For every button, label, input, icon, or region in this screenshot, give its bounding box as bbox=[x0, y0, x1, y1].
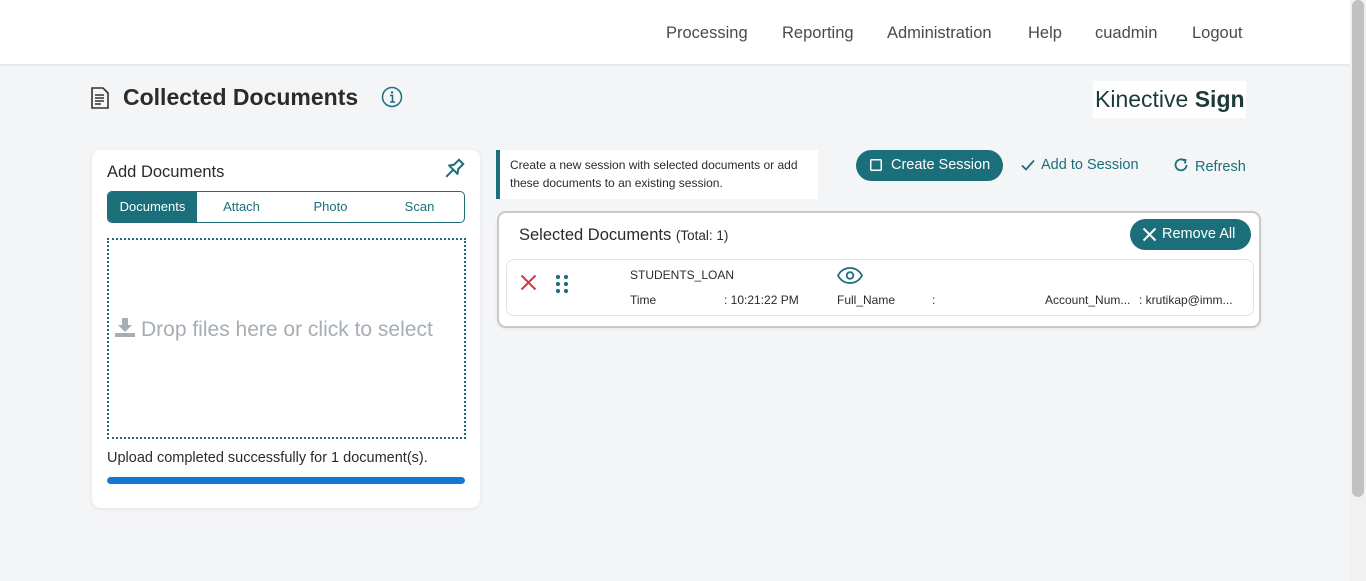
time-label: Time bbox=[630, 293, 657, 307]
time-value: : 10:21:22 PM bbox=[724, 293, 799, 307]
add-to-session-button[interactable]: Add to Session bbox=[1021, 157, 1139, 173]
nav-processing[interactable]: Processing bbox=[666, 24, 748, 43]
document-row[interactable]: STUDENTS_LOAN Time : 10:21:22 PM Full_Na… bbox=[506, 259, 1254, 316]
account-value: : krutikap@imm... bbox=[1139, 293, 1233, 307]
info-icon[interactable] bbox=[381, 86, 403, 108]
add-documents-tabs: Documents Attach Photo Scan bbox=[107, 191, 465, 223]
account-label: Account_Num... bbox=[1045, 293, 1131, 307]
create-session-label: Create Session bbox=[891, 157, 991, 173]
upload-progress-fill bbox=[107, 477, 465, 484]
refresh-button[interactable]: Refresh bbox=[1173, 157, 1246, 175]
selected-documents-title: Selected Documents (Total: 1) bbox=[519, 226, 729, 244]
download-icon bbox=[115, 318, 135, 337]
refresh-icon bbox=[1174, 158, 1188, 172]
document-name: STUDENTS_LOAN bbox=[630, 268, 735, 282]
card-title: Add Documents bbox=[107, 163, 225, 181]
tab-attach[interactable]: Attach bbox=[197, 192, 286, 222]
tab-scan[interactable]: Scan bbox=[375, 192, 464, 222]
check-icon bbox=[1021, 159, 1035, 171]
remove-document-icon[interactable] bbox=[520, 274, 537, 291]
selected-documents-panel: Selected Documents (Total: 1) Remove All… bbox=[497, 211, 1261, 328]
remove-all-label: Remove All bbox=[1162, 226, 1236, 242]
pin-icon[interactable] bbox=[441, 156, 467, 182]
dropzone-label: Drop files here or click to select bbox=[141, 318, 433, 341]
page-scrollbar-thumb[interactable] bbox=[1352, 0, 1364, 497]
refresh-label: Refresh bbox=[1195, 159, 1246, 175]
upload-status-message: Upload completed successfully for 1 docu… bbox=[107, 450, 428, 466]
file-dropzone[interactable]: Drop files here or click to select bbox=[107, 238, 466, 439]
tab-photo[interactable]: Photo bbox=[286, 192, 375, 222]
add-to-session-label: Add to Session bbox=[1041, 157, 1139, 173]
remove-all-button[interactable]: Remove All bbox=[1130, 219, 1251, 250]
fullname-value: : bbox=[932, 293, 936, 307]
session-hint: Create a new session with selected docum… bbox=[496, 150, 818, 199]
session-hint-text: Create a new session with selected docum… bbox=[510, 158, 798, 190]
selected-total: (Total: 1) bbox=[675, 228, 729, 243]
upload-progress-bar bbox=[107, 477, 465, 484]
nav-administration[interactable]: Administration bbox=[887, 24, 992, 43]
square-icon bbox=[870, 159, 882, 171]
create-session-button[interactable]: Create Session bbox=[856, 150, 1003, 181]
page-title: Collected Documents bbox=[123, 84, 359, 110]
eye-icon[interactable] bbox=[837, 267, 863, 284]
nav-reporting[interactable]: Reporting bbox=[782, 24, 854, 43]
top-navbar: Processing Reporting Administration Help… bbox=[0, 0, 1350, 64]
document-icon bbox=[91, 87, 109, 109]
drag-handle-icon[interactable] bbox=[554, 274, 570, 294]
add-documents-card: Add Documents Documents Attach Photo Sca… bbox=[92, 150, 480, 508]
nav-user[interactable]: cuadmin bbox=[1095, 24, 1157, 43]
nav-help[interactable]: Help bbox=[1028, 24, 1062, 43]
brand-logo: Kinective Sign bbox=[1095, 86, 1245, 112]
close-icon bbox=[1142, 227, 1157, 242]
nav-logout[interactable]: Logout bbox=[1192, 24, 1242, 43]
fullname-label: Full_Name bbox=[837, 293, 896, 307]
tab-documents[interactable]: Documents bbox=[108, 192, 197, 222]
